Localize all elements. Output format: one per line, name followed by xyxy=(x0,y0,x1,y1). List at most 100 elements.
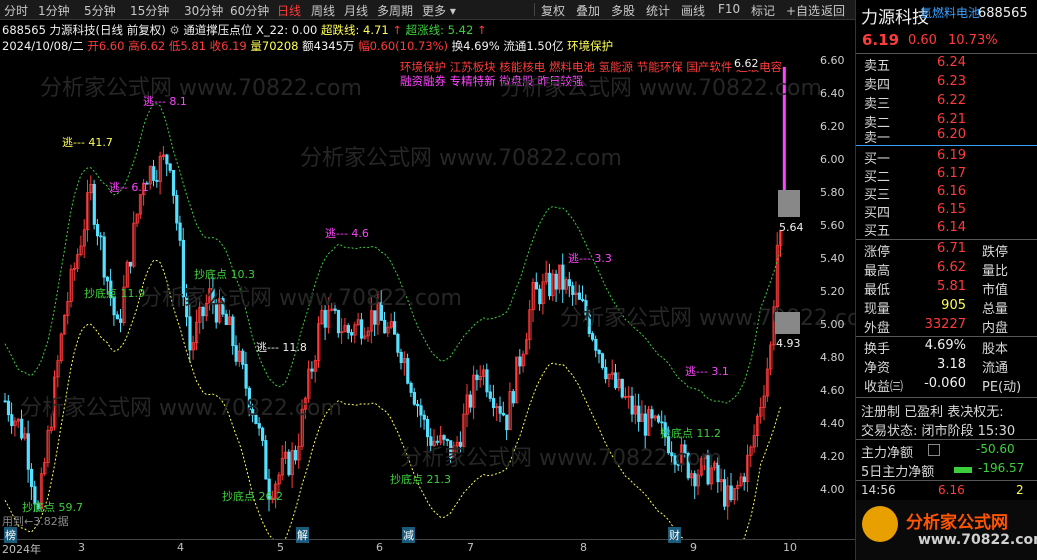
candle xyxy=(392,321,397,335)
quote-volume: 量70208 xyxy=(250,39,299,53)
draw-line-button[interactable]: 画线 xyxy=(681,2,705,19)
mark-button[interactable]: 标记 xyxy=(751,2,775,19)
ask-price: 6.20 xyxy=(937,127,966,142)
candle xyxy=(442,435,446,440)
y-tick-label: 4.40 xyxy=(820,417,845,430)
ask-label: 卖三 xyxy=(864,97,891,112)
trade-status-line: 交易状态: 闭市阶段 15:30 xyxy=(861,424,1016,439)
rise-line-value: 超涨线: 5.42 xyxy=(405,23,474,37)
period-tab-60min[interactable]: 60分钟 xyxy=(230,2,269,19)
event-tag[interactable]: 榜 xyxy=(4,527,17,543)
escape-signal: 逃-- 6.1 xyxy=(109,181,149,194)
bid-row[interactable]: 买一 6.19 xyxy=(860,148,1036,167)
candle xyxy=(383,319,387,334)
period-tab-monthly[interactable]: 月线 xyxy=(344,2,368,19)
y-tick-label: 6.00 xyxy=(820,153,845,166)
y-tick-label: 4.00 xyxy=(820,483,845,496)
ask-label: 卖五 xyxy=(864,59,891,74)
sector-link[interactable]: 氢燃料电池 xyxy=(920,4,980,21)
candle xyxy=(567,279,572,287)
add-watchlist-button[interactable]: +自选 xyxy=(786,2,820,19)
period-tab-1min[interactable]: 1分钟 xyxy=(38,2,70,19)
y-tick-label: 6.40 xyxy=(820,87,845,100)
quote-change: 幅0.60(10.73%) xyxy=(358,39,449,53)
bid-row[interactable]: 买三 6.16 xyxy=(860,184,1036,203)
candle xyxy=(600,353,605,368)
candle xyxy=(155,180,159,182)
bid-price: 6.16 xyxy=(937,184,966,199)
main-flow-value: -50.60 xyxy=(976,442,1015,456)
candle xyxy=(488,391,492,399)
x-tick-label: 6 xyxy=(376,541,383,554)
ask-price: 6.22 xyxy=(937,93,966,108)
ask-row[interactable]: 卖一 6.20 xyxy=(860,127,1036,146)
stat-label: 换手 xyxy=(864,342,891,357)
candle xyxy=(346,325,351,333)
period-tab-multi[interactable]: 多周期 xyxy=(377,2,413,19)
stats-button[interactable]: 统计 xyxy=(646,2,670,19)
quote-info-line: 2024/10/08/二 开6.60 高6.62 低5.81 收6.19 量70… xyxy=(2,38,613,54)
chart-title: 688565 力源科技(日线 前复权) xyxy=(2,23,166,37)
gear-icon[interactable]: ⚙ xyxy=(169,23,179,37)
stock-code: 688565 xyxy=(978,6,1028,21)
back-button[interactable]: 返回 xyxy=(821,2,845,19)
overlay-button[interactable]: 叠加 xyxy=(576,2,600,19)
period-tab-more[interactable]: 更多 ▾ xyxy=(422,2,456,19)
stat-label: 最高 xyxy=(864,264,891,279)
candle xyxy=(293,449,298,461)
candle xyxy=(26,433,30,470)
y-tick-label: 5.60 xyxy=(820,219,845,232)
restore-right-button[interactable]: 复权 xyxy=(541,2,565,19)
y-tick-label: 4.80 xyxy=(820,351,845,364)
stat-label: 跌停 xyxy=(982,245,1009,260)
bid-row[interactable]: 买二 6.17 xyxy=(860,166,1036,185)
bid-row[interactable]: 买四 6.15 xyxy=(860,202,1036,221)
bid-price: 6.17 xyxy=(937,166,966,181)
lower-price-marker: 4.93 xyxy=(776,337,801,350)
event-tag[interactable]: 解 xyxy=(296,527,309,543)
stat-value: 905 xyxy=(941,298,966,313)
candle xyxy=(650,409,654,419)
ask-row[interactable]: 卖五 6.24 xyxy=(860,55,1036,74)
stat-label: 内盘 xyxy=(982,321,1009,336)
list-icon[interactable] xyxy=(928,444,940,456)
ask-price: 6.24 xyxy=(937,55,966,70)
period-tab-daily[interactable]: 日线 xyxy=(277,2,301,19)
period-tab-5min[interactable]: 5分钟 xyxy=(84,2,116,19)
tick-price: 6.16 xyxy=(938,483,965,497)
candle xyxy=(505,414,509,431)
candle xyxy=(336,310,341,334)
multi-stock-button[interactable]: 多股 xyxy=(611,2,635,19)
candle xyxy=(323,310,327,328)
stat-row: 涨停 6.71 跌停 xyxy=(860,241,1036,260)
period-tab-weekly[interactable]: 周线 xyxy=(311,2,335,19)
candle xyxy=(742,476,747,483)
registration-line: 注册制 已盈利 表决权无: xyxy=(861,405,1004,420)
candle xyxy=(412,392,417,405)
watermark: 分析家公式网 www.70822.com xyxy=(500,76,822,101)
event-tag[interactable]: 减 xyxy=(402,527,415,543)
stat-value: 3.18 xyxy=(937,357,966,372)
x-tick-label: 9 xyxy=(690,541,697,554)
bid-price: 6.19 xyxy=(937,148,966,163)
period-tab-15min[interactable]: 15分钟 xyxy=(130,2,169,19)
y-tick-label: 4.60 xyxy=(820,384,845,397)
ask-row[interactable]: 卖四 6.23 xyxy=(860,74,1036,93)
f10-button[interactable]: F10 xyxy=(718,2,740,16)
indicator-name[interactable]: 通道撑压点位 xyxy=(183,23,252,37)
candle xyxy=(264,440,268,480)
event-tag[interactable]: 财 xyxy=(668,527,681,543)
bottom-signal: 抄底点 21.3 xyxy=(390,473,451,486)
y-tick-label: 6.60 xyxy=(820,54,845,67)
candle xyxy=(102,236,106,278)
candle xyxy=(105,276,110,282)
period-tab-fenshi[interactable]: 分时 xyxy=(4,2,28,19)
stat-row: 外盘 33227 内盘 xyxy=(860,317,1036,336)
ask-label: 卖一 xyxy=(864,131,891,146)
y-tick-label: 4.20 xyxy=(820,450,845,463)
period-tab-30min[interactable]: 30分钟 xyxy=(184,2,223,19)
stat-label: 外盘 xyxy=(864,321,891,336)
bid-row[interactable]: 买五 6.14 xyxy=(860,220,1036,239)
candle xyxy=(115,314,119,320)
ask-row[interactable]: 卖三 6.22 xyxy=(860,93,1036,112)
